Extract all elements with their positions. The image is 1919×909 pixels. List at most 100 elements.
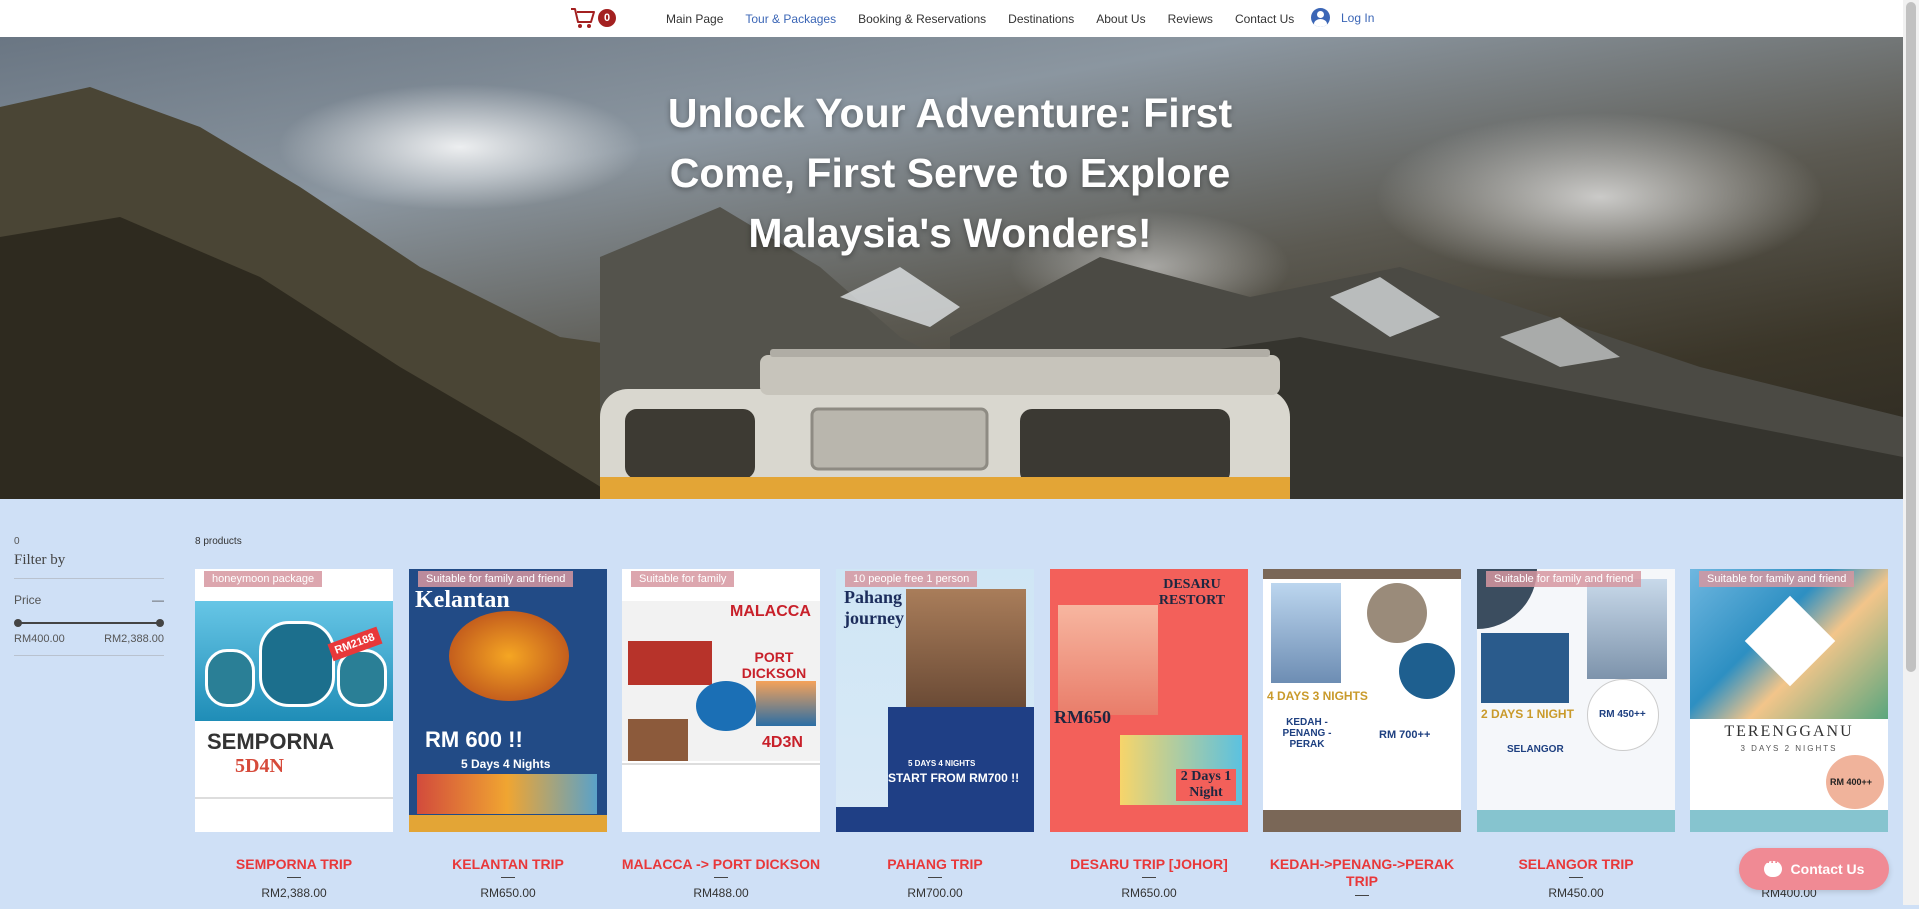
chat-label: Contact Us [1790, 861, 1865, 877]
product-card[interactable]: Suitable for family and friend 2 DAYS 1 … [1477, 569, 1675, 909]
product-price: RM2,388.00 [261, 886, 327, 900]
poster-duration: 5 DAYS 4 NIGHTS [908, 759, 976, 768]
product-gallery: honeymoon package RM2188 SEMPORNA 5D4N S… [195, 569, 1895, 905]
nav-reviews[interactable]: Reviews [1168, 12, 1213, 26]
filter-count: 0 [14, 536, 20, 547]
poster-subtitle: 3 DAYS 2 NIGHTS [1740, 744, 1838, 753]
cart-count-badge: 0 [598, 9, 616, 27]
login-label: Log In [1341, 10, 1375, 25]
product-name[interactable]: DESARU TRIP [JOHOR] [1044, 856, 1254, 873]
product-name[interactable]: SEMPORNA TRIP [189, 856, 399, 873]
filter-sidebar: 0 Filter by Price — RM400.00 RM2,388.00 [14, 536, 164, 656]
login-button[interactable]: Log In [1311, 8, 1374, 27]
main-nav: Main Page Tour & Packages Booking & Rese… [666, 0, 1316, 37]
divider [287, 877, 301, 878]
nav-about-us[interactable]: About Us [1096, 12, 1145, 26]
product-image[interactable]: Suitable for family and friend 2 DAYS 1 … [1477, 569, 1675, 832]
nav-tour-packages[interactable]: Tour & Packages [745, 12, 836, 26]
price-min: RM400.00 [14, 633, 65, 645]
product-price: RM488.00 [693, 886, 749, 900]
hero-banner: Unlock Your Adventure: First Come, First… [0, 37, 1903, 499]
poster-price: RM 400++ [1830, 777, 1873, 787]
filter-heading: Filter by [14, 552, 164, 579]
divider [1355, 895, 1369, 896]
divider [928, 877, 942, 878]
product-image[interactable]: 10 people free 1 person Pahang journey 5… [836, 569, 1034, 832]
nav-main-page[interactable]: Main Page [666, 12, 723, 26]
poster-duration: 2 Days 1 Night [1176, 769, 1236, 801]
product-name[interactable]: KELANTAN TRIP [403, 856, 613, 873]
product-ribbon: 10 people free 1 person [845, 571, 978, 587]
contact-us-chat-button[interactable]: Contact Us [1739, 848, 1889, 890]
poster-duration: 4D3N [762, 734, 803, 751]
poster-subtitle: 5D4N [235, 755, 284, 777]
nav-contact-us[interactable]: Contact Us [1235, 12, 1294, 26]
slider-min-handle[interactable] [14, 619, 22, 627]
chat-bubble-icon [1763, 855, 1782, 877]
price-filter-toggle[interactable]: Price — [14, 593, 164, 607]
product-image[interactable]: Suitable for family and friend TERENGGAN… [1690, 569, 1888, 832]
page-scrollbar[interactable] [1903, 0, 1919, 905]
poster-title: DESARU RESTORT [1158, 577, 1226, 608]
product-name[interactable]: SELANGOR TRIP [1471, 856, 1681, 873]
poster-title: 2 DAYS 1 NIGHT [1481, 707, 1574, 721]
collapse-icon[interactable]: — [152, 593, 164, 607]
user-avatar-icon [1311, 8, 1330, 27]
poster-subtitle: RM650 [1054, 707, 1111, 727]
product-image[interactable]: 4 DAYS 3 NIGHTS KEDAH - PENANG - PERAK R… [1263, 569, 1461, 832]
nav-booking-reservations[interactable]: Booking & Reservations [858, 12, 986, 26]
product-card[interactable]: 4 DAYS 3 NIGHTS KEDAH - PENANG - PERAK R… [1263, 569, 1461, 909]
product-price: RM450.00 [1548, 886, 1604, 900]
product-ribbon: honeymoon package [204, 571, 323, 587]
product-ribbon: Suitable for family and friend [1486, 571, 1642, 587]
product-image[interactable]: honeymoon package RM2188 SEMPORNA 5D4N [195, 569, 393, 832]
divider [501, 877, 515, 878]
divider [714, 877, 728, 878]
slider-track [18, 622, 160, 624]
divider [1142, 877, 1156, 878]
product-image[interactable]: DESARU RESTORT RM650 2 Days 1 Night [1050, 569, 1248, 832]
product-name[interactable]: KEDAH->PENANG->PERAK TRIP [1257, 856, 1467, 890]
product-name[interactable]: MALACCA -> PORT DICKSON [616, 856, 826, 873]
product-card[interactable]: Suitable for family MALACCA PORT DICKSON… [622, 569, 820, 909]
product-price: RM700.00 [907, 886, 963, 900]
divider [1569, 877, 1583, 878]
poster-subtitle: RM 600 !! [425, 727, 523, 752]
poster-price: RM 700++ [1379, 729, 1431, 741]
product-card[interactable]: DESARU RESTORT RM650 2 Days 1 Night DESA… [1050, 569, 1248, 909]
price-range-slider[interactable] [14, 616, 164, 630]
poster-title: MALACCA [730, 603, 811, 620]
product-image[interactable]: Suitable for family and friend Kelantan … [409, 569, 607, 832]
product-card[interactable]: honeymoon package RM2188 SEMPORNA 5D4N S… [195, 569, 393, 909]
product-ribbon: Suitable for family [631, 571, 735, 587]
product-ribbon: Suitable for family and friend [1699, 571, 1855, 587]
price-range-values: RM400.00 RM2,388.00 [14, 633, 164, 656]
product-price: RM650.00 [480, 886, 536, 900]
poster-title: TERENGGANU [1724, 723, 1854, 740]
product-image[interactable]: Suitable for family MALACCA PORT DICKSON… [622, 569, 820, 832]
poster-duration: 5 Days 4 Nights [461, 757, 551, 771]
poster-price: RM 450++ [1599, 709, 1646, 720]
cart-icon [571, 8, 595, 28]
cart-button[interactable]: 0 [570, 6, 620, 30]
product-card[interactable]: Suitable for family and friend Kelantan … [409, 569, 607, 909]
product-name[interactable]: PAHANG TRIP [830, 856, 1040, 873]
product-card[interactable]: 10 people free 1 person Pahang journey 5… [836, 569, 1034, 909]
price-label: Price [14, 593, 42, 607]
site-header: 0 Main Page Tour & Packages Booking & Re… [0, 0, 1903, 38]
product-count: 8 products [195, 536, 242, 547]
poster-subtitle: KEDAH - PENANG - PERAK [1282, 717, 1332, 750]
nav-destinations[interactable]: Destinations [1008, 12, 1074, 26]
poster-subtitle: PORT DICKSON [741, 649, 807, 681]
poster-subtitle: START FROM RM700 !! [888, 771, 1020, 785]
product-price: RM650.00 [1121, 886, 1177, 900]
slider-max-handle[interactable] [156, 619, 164, 627]
price-max: RM2,388.00 [104, 633, 164, 645]
poster-title: SEMPORNA [207, 729, 335, 754]
hero-title: Unlock Your Adventure: First Come, First… [667, 90, 1233, 256]
scrollbar-thumb[interactable] [1906, 2, 1916, 672]
poster-subtitle: SELANGOR [1507, 744, 1564, 755]
product-ribbon: Suitable for family and friend [418, 571, 574, 587]
poster-title: Kelantan [415, 587, 510, 613]
poster-title: 4 DAYS 3 NIGHTS [1267, 689, 1368, 703]
